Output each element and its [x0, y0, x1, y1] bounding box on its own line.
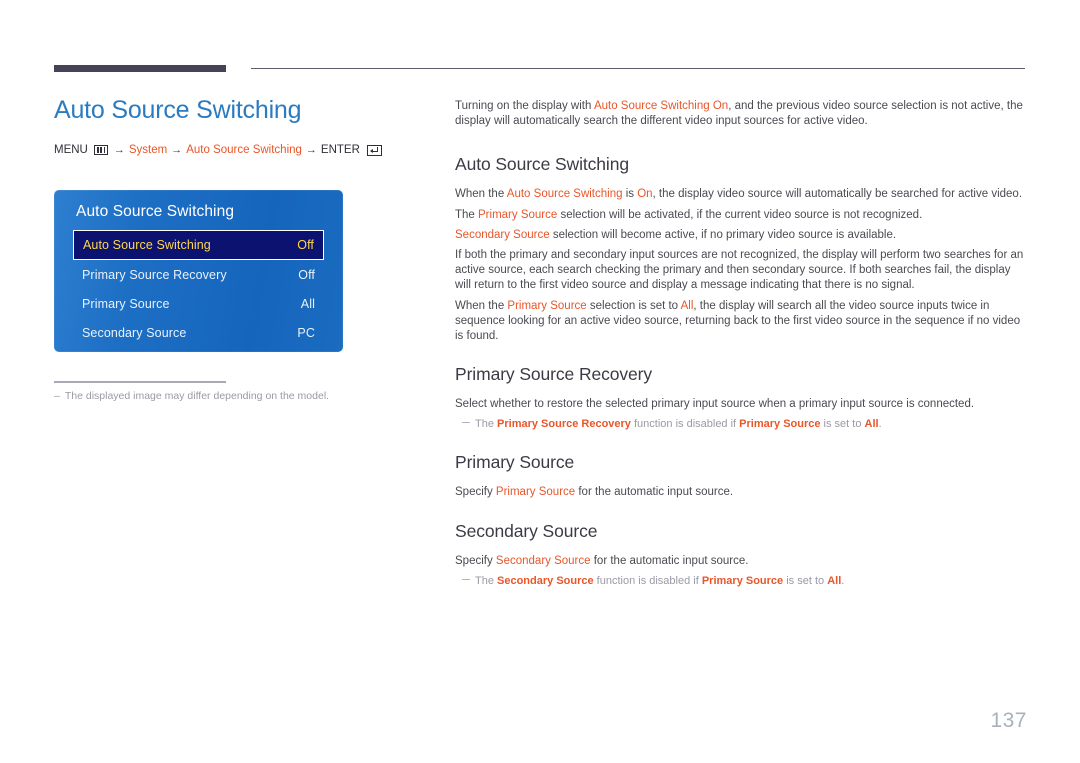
- left-column: Auto Source Switching MENU → System → Au…: [54, 94, 434, 158]
- p1-accent1: Auto Source Switching: [506, 188, 623, 201]
- osd-panel-title: Auto Source Switching: [76, 203, 235, 220]
- footnote-text: The displayed image may differ depending…: [64, 390, 330, 402]
- note-primary-source-recovery: The Primary Source Recovery function is …: [455, 417, 1027, 432]
- p1-a: When the: [455, 188, 507, 201]
- osd-row-value: PC: [297, 325, 315, 340]
- p2-b: selection will be activated, if the curr…: [557, 208, 923, 221]
- p5-a: When the: [455, 299, 508, 312]
- section-heading-auto-source-switching: Auto Source Switching: [455, 154, 629, 175]
- breadcrumb-item-system[interactable]: System: [129, 142, 167, 158]
- breadcrumb-arrow-2: →: [171, 144, 183, 156]
- paragraph-ss: Specify Secondary Source for the automat…: [455, 554, 1027, 569]
- p5-accent2: All: [680, 299, 694, 312]
- osd-row-label: Primary Source: [82, 296, 170, 311]
- page-title: Auto Source Switching: [54, 96, 302, 124]
- note-accent2: Primary Source: [739, 418, 821, 431]
- ss-b: for the automatic input source.: [590, 554, 749, 567]
- ss-a: Specify: [455, 554, 496, 567]
- note-a: The: [475, 418, 498, 431]
- p3-b: selection will become active, if no prim…: [549, 228, 897, 241]
- note-c: is set to: [820, 418, 865, 431]
- p1-accent2: On: [637, 188, 653, 201]
- breadcrumb-enter-label: ENTER: [320, 144, 360, 156]
- p1-b: is: [622, 188, 638, 201]
- enter-return-icon: [366, 144, 382, 156]
- note2-d: .: [841, 574, 845, 587]
- paragraph-3: Secondary Source selection will become a…: [455, 228, 1027, 243]
- p5-accent1: Primary Source: [507, 299, 587, 312]
- p1-c: , the display video source will automati…: [652, 188, 1023, 201]
- osd-row-value: Off: [297, 238, 314, 252]
- note2-c: is set to: [783, 574, 828, 587]
- osd-row-label: Primary Source Recovery: [82, 267, 227, 282]
- footnote-dash: –: [54, 390, 60, 402]
- ps-b: for the automatic input source.: [575, 486, 734, 499]
- note-accent3: All: [864, 418, 879, 431]
- breadcrumb-arrow-1: →: [113, 144, 125, 156]
- section-heading-secondary-source: Secondary Source: [455, 520, 598, 541]
- breadcrumb-menu-label: MENU: [54, 144, 88, 156]
- intro-accent: Auto Source Switching On: [593, 100, 729, 112]
- osd-menu-panel: Auto Source Switching Auto Source Switch…: [54, 190, 343, 352]
- ps-accent: Primary Source: [495, 486, 576, 499]
- osd-row-value: All: [300, 296, 315, 311]
- right-column: Turning on the display with Auto Source …: [455, 99, 1027, 589]
- osd-row-label: Auto Source Switching: [83, 238, 211, 252]
- note2-b: function is disabled if: [593, 574, 702, 587]
- section-heading-primary-source: Primary Source: [455, 452, 575, 473]
- paragraph-psr: Select whether to restore the selected p…: [455, 398, 975, 411]
- note2-a: The: [475, 574, 498, 587]
- header-divider-line: [251, 68, 1025, 69]
- page-number: 137: [990, 709, 1027, 732]
- osd-row-primary-source-recovery[interactable]: Primary Source Recovery Off: [73, 260, 324, 289]
- footnote-divider: [54, 381, 226, 383]
- note-secondary-source: The Secondary Source function is disable…: [455, 574, 1027, 589]
- breadcrumb-item-auto-source-switching[interactable]: Auto Source Switching: [186, 142, 302, 158]
- note2-accent2: Primary Source: [701, 574, 784, 587]
- osd-row-value: Off: [298, 267, 315, 282]
- p5-b: selection is set to: [586, 299, 681, 312]
- osd-menu-list: Auto Source Switching Off Primary Source…: [54, 230, 343, 347]
- note-accent1: Primary Source Recovery: [497, 418, 631, 431]
- p2-accent1: Primary Source: [478, 208, 558, 221]
- osd-row-label: Secondary Source: [82, 325, 187, 340]
- note2-accent1: Secondary Source: [497, 574, 594, 587]
- breadcrumb-arrow-3: →: [305, 144, 317, 156]
- note-b: function is disabled if: [630, 418, 740, 431]
- menu-grid-icon: [93, 145, 108, 155]
- ss-accent: Secondary Source: [495, 554, 591, 567]
- osd-row-secondary-source[interactable]: Secondary Source PC: [73, 318, 324, 347]
- note2-accent3: All: [827, 574, 842, 587]
- p2-a: The: [455, 208, 479, 221]
- left-footnote: – The displayed image may differ dependin…: [54, 389, 434, 404]
- p3-accent1: Secondary Source: [455, 228, 550, 241]
- osd-row-auto-source-switching[interactable]: Auto Source Switching Off: [73, 230, 324, 260]
- intro-paragraph: Turning on the display with Auto Source …: [455, 99, 1027, 129]
- paragraph-1: When the Auto Source Switching is On, th…: [455, 187, 1027, 202]
- intro-text-a: Turning on the display with: [455, 100, 594, 112]
- osd-row-primary-source[interactable]: Primary Source All: [73, 289, 324, 318]
- paragraph-2: The Primary Source selection will be act…: [455, 208, 1027, 223]
- paragraph-ps: Specify Primary Source for the automatic…: [455, 485, 1027, 500]
- note-d: .: [878, 418, 882, 431]
- note-dash: [462, 422, 470, 424]
- header-accent-bar: [54, 65, 226, 72]
- breadcrumb: MENU → System → Auto Source Switching → …: [54, 142, 434, 158]
- ps-a: Specify: [455, 486, 496, 499]
- section-heading-primary-source-recovery: Primary Source Recovery: [455, 364, 653, 385]
- paragraph-5: When the Primary Source selection is set…: [455, 299, 1027, 345]
- paragraph-4: If both the primary and secondary input …: [455, 248, 1027, 294]
- note-dash: [462, 578, 470, 580]
- p4-a: If both the primary and secondary input …: [455, 249, 1024, 292]
